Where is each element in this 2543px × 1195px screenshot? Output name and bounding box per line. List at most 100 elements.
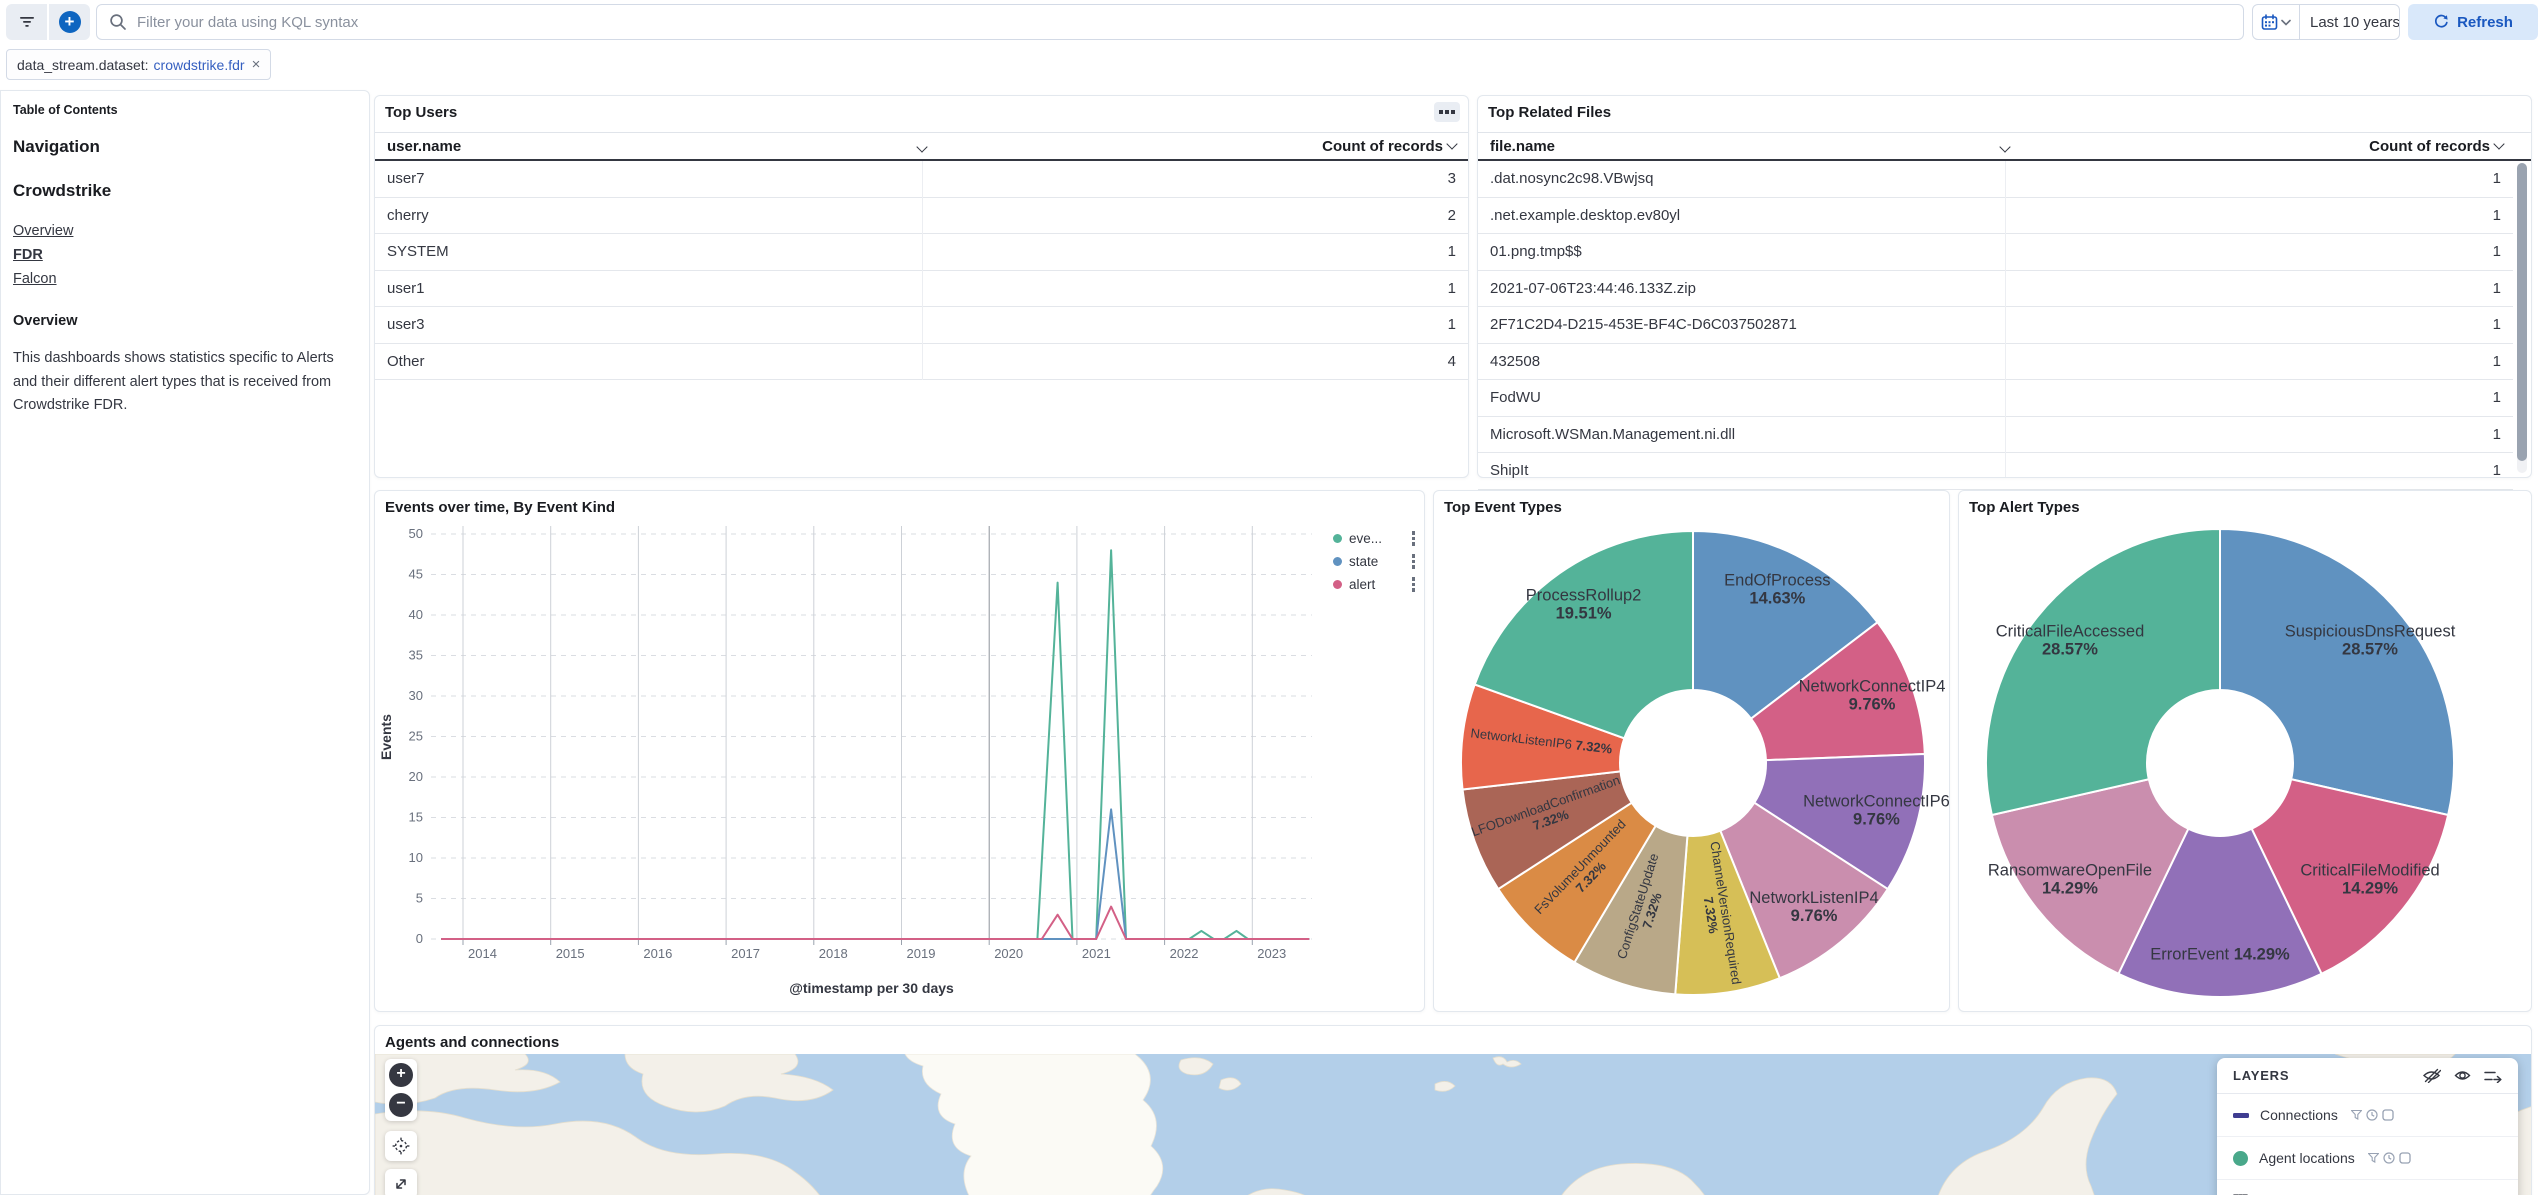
cell-count[interactable]: 1 [2493,353,2501,370]
top-related-files-panel: Top Related Files file.name Count of rec… [1477,95,2532,478]
kql-search-input[interactable]: Filter your data using KQL syntax [96,4,2244,40]
svg-text:30: 30 [409,688,423,703]
cell-name[interactable]: 2021-07-06T23:44:46.133Z.zip [1490,280,1696,297]
column-header-count[interactable]: Count of records [2369,138,2503,155]
events-line-chart: 0510152025303540455020142015201620172018… [375,491,1424,1011]
cell-count[interactable]: 1 [1448,280,1456,297]
cell-name[interactable]: FodWU [1490,389,1541,406]
chevron-down-icon [1999,141,2010,152]
legend-item-state[interactable]: state [1333,550,1415,573]
svg-text:2016: 2016 [643,946,672,961]
cell-name[interactable]: cherry [387,207,429,224]
table-row[interactable]: 2021-07-06T23:44:46.133Z.zip 1 [1478,271,2513,308]
zoom-out-button[interactable]: − [389,1093,413,1117]
cell-name[interactable]: .dat.nosync2c98.VBwjsq [1490,170,1653,187]
set-view-button[interactable] [385,1131,417,1161]
cell-count[interactable]: 1 [1448,316,1456,333]
sidebar-link-overview[interactable]: Overview [13,219,73,243]
layer-filter-icon[interactable] [2368,1153,2379,1163]
fit-to-data-button[interactable] [385,1169,417,1195]
legend-actions-icon[interactable] [1412,554,1416,569]
cell-name[interactable]: user7 [387,170,425,187]
filter-pill[interactable]: data_stream.dataset: crowdstrike.fdr × [6,49,271,80]
table-row[interactable]: .net.example.desktop.ev80yl 1 [1478,198,2513,235]
layer-time-icon[interactable] [2383,1152,2395,1164]
legend-actions-icon[interactable] [1412,531,1416,546]
table-row[interactable]: ShipIt 1 [1478,453,2513,490]
cell-count[interactable]: 1 [2493,426,2501,443]
cell-count[interactable]: 1 [2493,389,2501,406]
connections-line-swatch [2233,1113,2249,1118]
cell-count[interactable]: 1 [2493,207,2501,224]
cell-name[interactable]: .net.example.desktop.ev80yl [1490,207,1680,224]
show-all-layers-icon[interactable] [2454,1068,2471,1083]
layer-row-basemap[interactable]: Basemap [2217,1180,2518,1195]
saved-query-menu-button[interactable] [6,4,47,40]
add-filter-button[interactable]: + [47,4,90,40]
legend-actions-icon[interactable] [1412,577,1416,592]
table-row[interactable]: 01.png.tmp$$ 1 [1478,234,2513,271]
layer-checkbox[interactable] [2399,1152,2411,1164]
cell-name[interactable]: Microsoft.WSMan.Management.ni.dll [1490,426,1735,443]
legend-item-alert[interactable]: alert [1333,573,1415,596]
cell-name[interactable]: user1 [387,280,425,297]
donut-slice-CriticalFileAccessed[interactable] [1986,529,2220,815]
hide-all-layers-icon[interactable] [2422,1068,2441,1083]
svg-text:50: 50 [409,526,423,541]
cell-count[interactable]: 4 [1448,353,1456,370]
date-quick-menu-button[interactable] [2253,5,2300,39]
cell-count[interactable]: 1 [2493,280,2501,297]
layer-filter-icon[interactable] [2351,1110,2362,1120]
layer-row-agent-locations[interactable]: Agent locations [2217,1137,2518,1180]
time-range-value[interactable]: Last 10 years [2300,14,2400,31]
zoom-in-button[interactable]: + [389,1063,413,1087]
column-actions-button[interactable] [2001,138,2009,155]
column-header-user-name[interactable]: user.name [387,138,461,155]
collapse-layers-panel-icon[interactable] [2484,1069,2502,1083]
cell-count[interactable]: 2 [1448,207,1456,224]
cell-count[interactable]: 1 [1448,243,1456,260]
cell-count[interactable]: 1 [2493,243,2501,260]
cell-count[interactable]: 1 [2493,316,2501,333]
remove-filter-icon[interactable]: × [252,56,261,73]
table-row[interactable]: FodWU 1 [1478,380,2513,417]
cell-name[interactable]: Other [387,353,425,370]
cell-name[interactable]: 01.png.tmp$$ [1490,243,1582,260]
column-header-file-name[interactable]: file.name [1490,138,1555,155]
world-map[interactable]: + − LAYERS [375,1054,2531,1195]
time-range-picker[interactable]: Last 10 years [2252,4,2400,40]
scrollbar-thumb[interactable] [2517,163,2527,461]
table-body: .dat.nosync2c98.VBwjsq1.net.example.desk… [1478,161,2513,490]
panel-options-button[interactable] [1434,102,1460,122]
table-row[interactable]: 2F71C2D4-D215-453E-BF4C-D6C037502871 1 [1478,307,2513,344]
column-actions-button[interactable] [918,138,926,155]
column-header-count[interactable]: Count of records [1322,138,1456,155]
table-scrollbar[interactable] [2517,163,2527,473]
cell-name[interactable]: user3 [387,316,425,333]
panel-title: Agents and connections [385,1034,559,1051]
cell-count[interactable]: 3 [1448,170,1456,187]
cell-count[interactable]: 1 [2493,170,2501,187]
table-row[interactable]: .dat.nosync2c98.VBwjsq 1 [1478,161,2513,198]
table-row[interactable]: Microsoft.WSMan.Management.ni.dll 1 [1478,417,2513,454]
table-row[interactable]: 432508 1 [1478,344,2513,381]
cell-name[interactable]: 2F71C2D4-D215-453E-BF4C-D6C037502871 [1490,316,1797,333]
legend-dot [1333,534,1342,543]
chevron-down-icon [916,141,927,152]
layer-checkbox[interactable] [2382,1109,2394,1121]
cell-name[interactable]: SYSTEM [387,243,449,260]
svg-text:10: 10 [409,850,423,865]
legend-item-event[interactable]: eve... [1333,527,1415,550]
agents-connections-panel: Agents and connections + − [374,1025,2532,1195]
donut-slice-SuspiciousDnsRequest[interactable] [2220,529,2454,815]
svg-text:2020: 2020 [994,946,1023,961]
sidebar-link-fdr[interactable]: FDR [13,243,73,267]
layers-title: LAYERS [2233,1068,2289,1083]
cell-name[interactable]: ShipIt [1490,462,1528,479]
cell-count[interactable]: 1 [2493,462,2501,479]
layer-row-connections[interactable]: Connections [2217,1094,2518,1137]
layer-time-icon[interactable] [2366,1109,2378,1121]
sidebar-link-falcon[interactable]: Falcon [13,267,73,291]
cell-name[interactable]: 432508 [1490,353,1540,370]
refresh-button[interactable]: Refresh [2408,4,2538,40]
